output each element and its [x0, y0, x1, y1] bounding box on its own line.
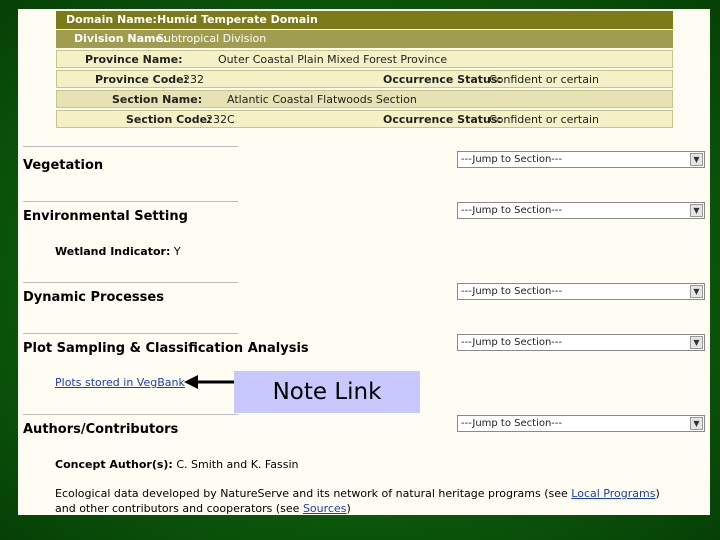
wetland-value: Y — [173, 245, 181, 258]
province-row: Province Name: Outer Coastal Plain Mixed… — [56, 50, 673, 68]
jump-select-environmental[interactable]: ---Jump to Section--- ▼ — [457, 202, 705, 219]
arrow-left-icon — [184, 375, 236, 389]
divider — [23, 333, 238, 334]
occurrence2-value: Confident or certain — [489, 113, 600, 126]
division-value: Subtropical Division — [157, 32, 267, 45]
occurrence2-label: Occurrence Status: — [383, 113, 502, 126]
plots-link-container: Plots stored in VegBank — [55, 376, 185, 389]
occurrence-value: Confident or certain — [489, 73, 600, 86]
jump-select-plot[interactable]: ---Jump to Section--- ▼ — [457, 334, 705, 351]
section-heading-vegetation: Vegetation — [23, 158, 104, 173]
chevron-down-icon[interactable]: ▼ — [690, 336, 703, 349]
section-row: Section Name: Atlantic Coastal Flatwoods… — [56, 90, 673, 108]
wetland-label: Wetland Indicator: — [55, 245, 171, 258]
domain-row: Domain Name: Humid Temperate Domain — [56, 11, 673, 29]
jump-select-value: ---Jump to Section--- — [461, 337, 563, 348]
province-code-label: Province Code: — [95, 73, 188, 86]
chevron-down-icon[interactable]: ▼ — [690, 417, 703, 430]
jump-select-value: ---Jump to Section--- — [461, 418, 563, 429]
occurrence-label: Occurrence Status: — [383, 73, 502, 86]
content-page: Domain Name: Humid Temperate Domain Divi… — [18, 9, 710, 515]
section-heading-plot: Plot Sampling & Classification Analysis — [23, 341, 309, 356]
jump-select-value: ---Jump to Section--- — [461, 205, 563, 216]
divider — [23, 201, 238, 202]
division-row: Division Name: Subtropical Division — [56, 30, 673, 48]
concept-author-label: Concept Author(s): — [55, 458, 173, 471]
section-value: Atlantic Coastal Flatwoods Section — [227, 93, 417, 106]
province-code-value: 232 — [183, 73, 204, 86]
section-heading-dynamic: Dynamic Processes — [23, 290, 164, 305]
section-code-row: Section Code: 232C Occurrence Status: Co… — [56, 110, 673, 128]
divider — [23, 282, 238, 283]
jump-select-authors[interactable]: ---Jump to Section--- ▼ — [457, 415, 705, 432]
sources-link[interactable]: Sources — [303, 502, 347, 515]
province-label: Province Name: — [85, 53, 183, 66]
province-code-row: Province Code: 232 Occurrence Status: Co… — [56, 70, 673, 88]
domain-label: Domain Name: — [66, 13, 157, 26]
footer-note: Ecological data developed by NatureServe… — [55, 486, 665, 515]
jump-select-value: ---Jump to Section--- — [461, 154, 563, 165]
domain-value: Humid Temperate Domain — [157, 13, 318, 26]
section-heading-environmental: Environmental Setting — [23, 209, 188, 224]
chevron-down-icon[interactable]: ▼ — [690, 204, 703, 217]
plots-vegbank-link[interactable]: Plots stored in VegBank — [55, 376, 185, 389]
division-label: Division Name: — [74, 32, 168, 45]
footer-text-1: Ecological data developed by NatureServe… — [55, 487, 572, 500]
local-programs-link[interactable]: Local Programs — [571, 487, 655, 500]
concept-author: Concept Author(s): C. Smith and K. Fassi… — [55, 458, 298, 471]
province-value: Outer Coastal Plain Mixed Forest Provinc… — [218, 53, 448, 66]
section-label: Section Name: — [112, 93, 203, 106]
jump-select-vegetation[interactable]: ---Jump to Section--- ▼ — [457, 151, 705, 168]
section-heading-authors: Authors/Contributors — [23, 422, 179, 437]
chevron-down-icon[interactable]: ▼ — [690, 153, 703, 166]
concept-author-value: C. Smith and K. Fassin — [176, 458, 299, 471]
footer-text-3: ) — [346, 502, 351, 515]
chevron-down-icon[interactable]: ▼ — [690, 285, 703, 298]
wetland-indicator: Wetland Indicator: Y — [55, 245, 181, 258]
divider — [23, 146, 238, 147]
jump-select-value: ---Jump to Section--- — [461, 286, 563, 297]
jump-select-dynamic[interactable]: ---Jump to Section--- ▼ — [457, 283, 705, 300]
note-link-callout: Note Link — [234, 371, 420, 413]
section-code-value: 232C — [206, 113, 235, 126]
divider — [23, 414, 238, 415]
section-code-label: Section Code: — [126, 113, 212, 126]
